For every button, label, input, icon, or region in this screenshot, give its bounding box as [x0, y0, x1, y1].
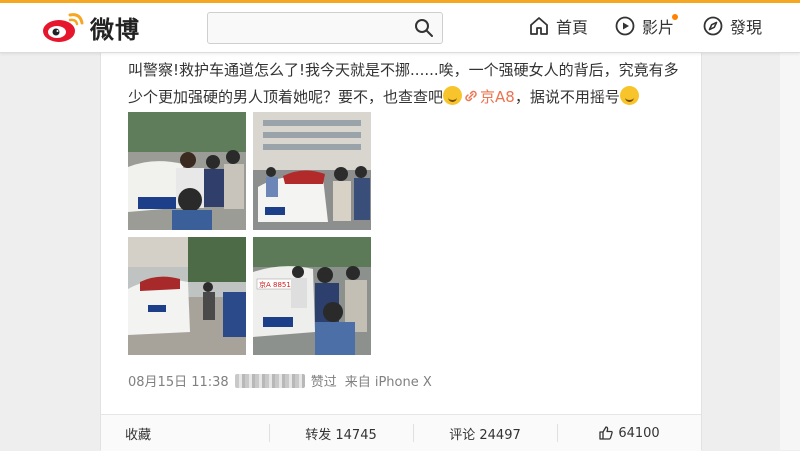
post-photo[interactable]	[128, 237, 246, 355]
search-box[interactable]	[207, 12, 443, 44]
photo-car-crowd-image	[128, 112, 246, 230]
liked-label: 赞过	[310, 375, 337, 390]
compass-icon	[703, 16, 723, 36]
photo-convertible-building-image	[253, 112, 371, 230]
favorite-label: 收藏	[125, 427, 152, 443]
post-photo[interactable]	[128, 112, 246, 230]
comment-label: 评论 24497	[449, 427, 521, 443]
post-photo[interactable]: 京A 88519	[253, 237, 371, 355]
weibo-logo[interactable]: 微博	[40, 9, 140, 45]
like-count: 64100	[618, 425, 660, 441]
photo-grid: 京A 88519	[128, 112, 371, 356]
post-photo[interactable]	[253, 112, 371, 230]
post-source: 来自 iPhone X	[344, 375, 432, 390]
video-icon	[615, 16, 635, 36]
photo-convertible-street-image	[128, 237, 246, 355]
weibo-eye-icon	[43, 13, 84, 42]
emoji-icon	[619, 86, 639, 105]
search-icon[interactable]	[414, 18, 434, 38]
comment-button[interactable]: 评论 24497	[413, 415, 557, 451]
post-body: 叫警察!救护车通道怎么了!我今天就是不挪......唉，一个强硬女人的背后，究竟…	[128, 57, 688, 111]
nav-discover-label: 發現	[730, 18, 763, 37]
nav-video[interactable]: 影片	[614, 14, 678, 38]
post-meta: 08月15日 11:38 赞过 来自 iPhone X	[128, 371, 432, 390]
plate-link[interactable]: 京A8	[480, 88, 515, 106]
photo-plate-crowd-image: 京A 88519	[253, 237, 371, 355]
home-icon	[530, 17, 548, 35]
top-nav-bar: 微博 首頁 影片 發現	[0, 0, 800, 53]
nav-discover[interactable]: 發現	[702, 14, 762, 38]
like-button[interactable]: 64100	[557, 415, 701, 451]
post-timestamp[interactable]: 08月15日 11:38	[128, 371, 229, 390]
emoji-icon	[443, 86, 463, 105]
notification-dot	[672, 14, 678, 20]
weibo-post-card: 叫警察!救护车通道怎么了!我今天就是不挪......唉，一个强硬女人的背后，究竟…	[100, 22, 702, 451]
nav-video-label: 影片	[642, 18, 675, 37]
nav-home[interactable]: 首頁	[528, 14, 588, 38]
page-gutter	[780, 52, 800, 450]
repost-button[interactable]: 转发 14745	[269, 415, 413, 451]
blurred-username	[234, 373, 305, 388]
thumbs-up-icon	[599, 426, 614, 440]
nav-home-label: 首頁	[556, 18, 589, 37]
logo-text: 微博	[90, 15, 140, 44]
top-accent-stripe	[0, 0, 800, 3]
plate-overlay-text: 京A 88519	[259, 280, 295, 289]
link-icon	[465, 90, 477, 102]
post-action-bar: 收藏 转发 14745 评论 24497 64100	[101, 414, 701, 451]
post-text-tail: ，据说不用摇号	[514, 88, 620, 106]
repost-label: 转发 14745	[305, 427, 377, 443]
search-input[interactable]	[208, 13, 414, 41]
favorite-button[interactable]: 收藏	[101, 415, 269, 451]
